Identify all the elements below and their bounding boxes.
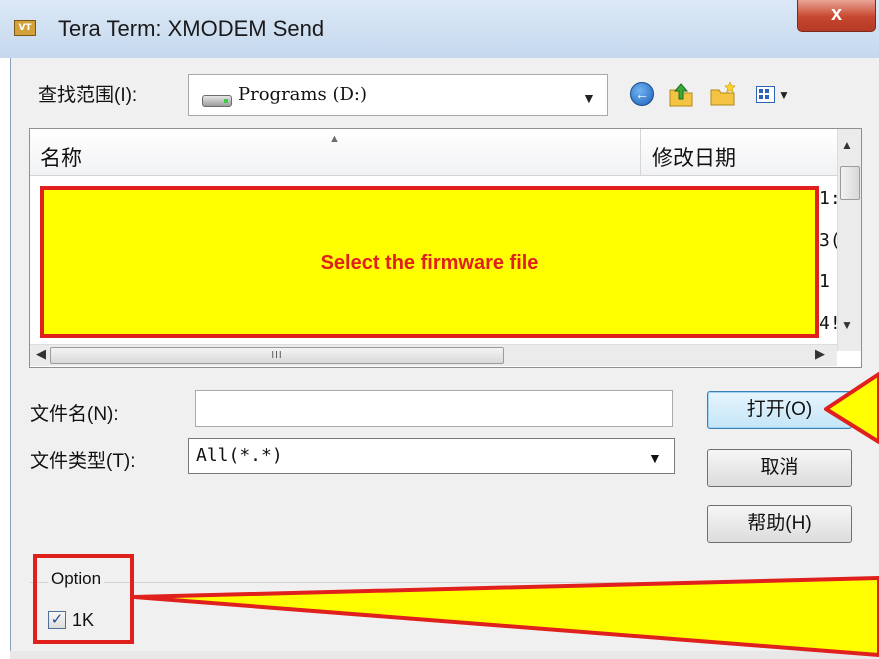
close-button[interactable]: x — [797, 0, 876, 32]
chevron-down-icon[interactable]: ▼ — [582, 90, 596, 106]
view-dropdown-icon[interactable]: ▼ — [778, 88, 790, 102]
column-divider[interactable] — [640, 129, 641, 176]
up-folder-icon[interactable] — [667, 80, 695, 108]
look-in-value: Programs (D:) — [238, 84, 367, 105]
list-item[interactable]: 1 — [819, 271, 830, 292]
dialog-bottom-edge — [10, 651, 879, 659]
cancel-button[interactable]: 取消 — [707, 449, 852, 487]
scroll-up-icon[interactable]: ▲ — [841, 138, 853, 152]
view-menu-icon[interactable] — [756, 86, 775, 103]
option-highlight-box — [33, 554, 134, 644]
look-in-label: 查找范围(I): — [38, 85, 138, 106]
column-header-name[interactable]: 名称 — [40, 142, 82, 172]
app-icon: VT — [14, 20, 36, 36]
horizontal-scroll-thumb[interactable]: III — [50, 347, 504, 364]
scroll-right-icon[interactable]: ▶ — [815, 346, 825, 362]
sort-ascending-icon: ▲ — [329, 133, 340, 145]
back-arrow-icon[interactable]: ← — [630, 82, 654, 106]
open-button[interactable]: 打开(O) — [707, 391, 852, 429]
file-name-field[interactable] — [195, 390, 673, 427]
vertical-scroll-thumb[interactable] — [840, 166, 860, 200]
window-title: Tera Term: XMODEM Send — [58, 16, 325, 41]
help-button[interactable]: 帮助(H) — [707, 505, 852, 543]
scroll-down-icon[interactable]: ▼ — [841, 318, 853, 332]
file-type-label: 文件类型(T): — [30, 451, 136, 472]
new-folder-icon[interactable] — [708, 80, 738, 108]
scroll-left-icon[interactable]: ◀ — [36, 346, 46, 362]
drive-light-icon — [224, 99, 228, 103]
file-name-label: 文件名(N): — [30, 404, 119, 425]
file-type-value: All(*.*) — [196, 445, 283, 466]
chevron-down-icon[interactable]: ▼ — [648, 450, 662, 466]
option-group-border — [30, 582, 879, 583]
annotation-text: Select the firmware file — [320, 252, 539, 274]
column-header-date[interactable]: 修改日期 — [652, 142, 736, 172]
